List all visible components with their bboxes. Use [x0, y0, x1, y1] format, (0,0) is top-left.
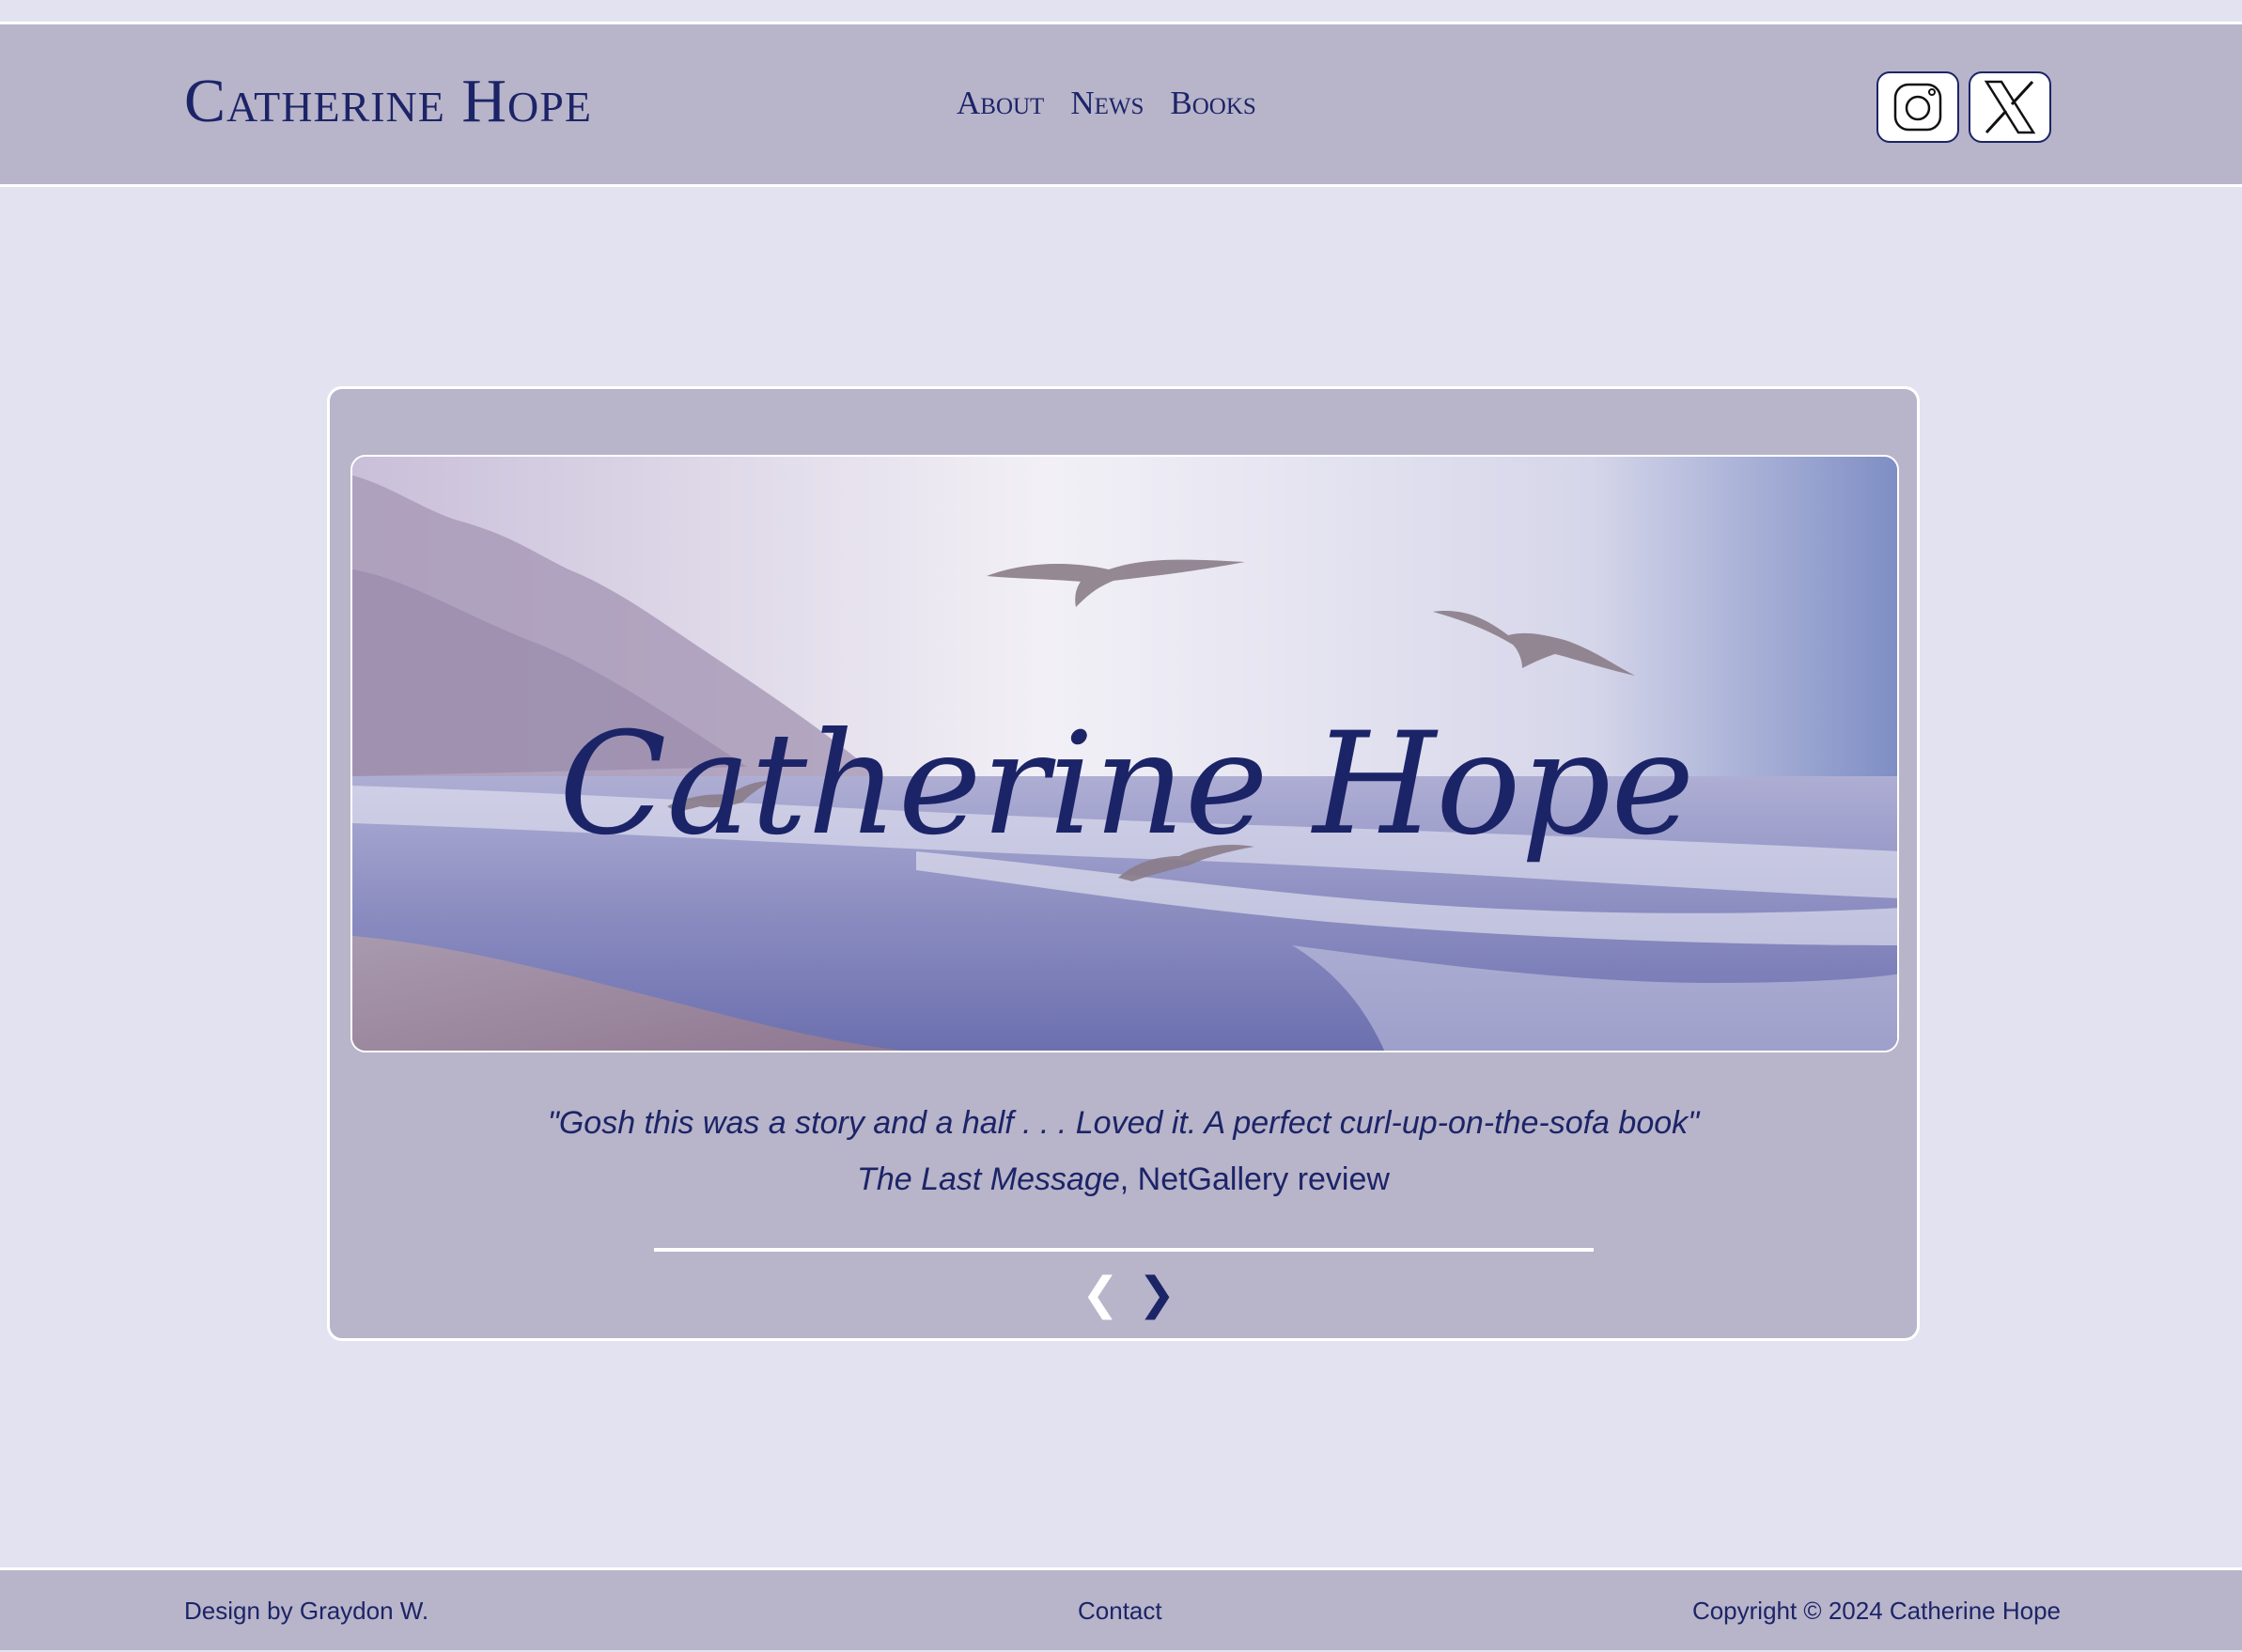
copyright-text: Copyright © 2024 Catherine Hope — [1691, 1597, 2061, 1625]
site-title[interactable]: Catherine Hope — [184, 66, 592, 137]
x-twitter-icon — [1984, 80, 2036, 134]
main-nav: About News Books — [957, 85, 1256, 122]
instagram-button[interactable] — [1876, 71, 1959, 143]
site-header: Catherine Hope About News Books — [0, 22, 2242, 187]
carousel-prev-button[interactable]: ❮ — [1082, 1272, 1119, 1317]
book-title: The Last Message — [857, 1161, 1120, 1197]
banner-script-text: Catherine Hope — [559, 703, 1695, 866]
nav-link-about[interactable]: About — [957, 85, 1044, 122]
design-credit: Design by Graydon W. — [184, 1597, 429, 1625]
nav-link-news[interactable]: News — [1070, 85, 1144, 122]
nav-link-books[interactable]: Books — [1170, 85, 1255, 122]
instagram-icon — [1893, 83, 1942, 132]
carousel-next-button[interactable]: ❯ — [1138, 1272, 1175, 1317]
contact-link[interactable]: Contact — [1078, 1597, 1162, 1626]
x-twitter-button[interactable] — [1969, 71, 2051, 143]
divider — [654, 1248, 1594, 1252]
review-source: , NetGallery review — [1119, 1161, 1390, 1197]
testimonial-source: The Last Message, NetGallery review — [330, 1161, 1917, 1198]
site-footer: Design by Graydon W. Contact Copyright ©… — [0, 1567, 2242, 1650]
testimonial-quote: "Gosh this was a story and a half . . . … — [547, 1105, 1700, 1141]
testimonial-card: Catherine Hope "Gosh this was a story an… — [327, 386, 1920, 1341]
hero-banner-image: Catherine Hope — [350, 455, 1899, 1052]
